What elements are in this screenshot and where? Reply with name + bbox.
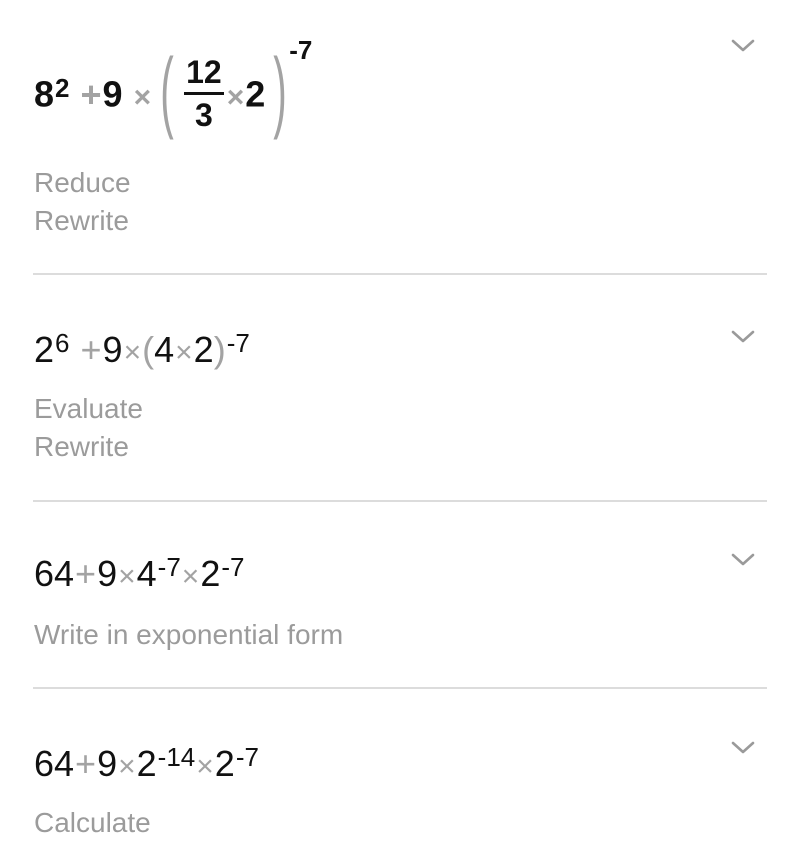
plus-operator: + [75, 743, 97, 784]
step-label: Write in exponential form [34, 619, 344, 650]
chevron-down-icon[interactable] [731, 553, 755, 567]
step-1-expression: 82 +9 ×(12 3 ×2)-7 [34, 37, 312, 142]
divider [33, 687, 767, 689]
base: 2 [214, 743, 235, 784]
exponent: -7 [157, 552, 181, 582]
numerator: 12 [186, 53, 222, 90]
step-2-labels: Evaluate Rewrite [34, 390, 143, 466]
base: 2 [200, 553, 221, 594]
step-1-labels: Reduce Rewrite [34, 164, 131, 240]
outer-exponent: -7 [289, 34, 313, 65]
chevron-down-icon[interactable] [731, 330, 755, 344]
exponent: -7 [235, 742, 259, 772]
exponent: 6 [55, 328, 70, 358]
base: 2 [136, 743, 157, 784]
step-4-expression: 64+9×2-14×2-7 [34, 743, 259, 784]
base: 8 [34, 73, 55, 115]
open-paren: ( [142, 329, 155, 370]
exponent: -7 [221, 552, 245, 582]
coefficient: 9 [102, 73, 123, 115]
term: 64 [34, 743, 75, 784]
outer-exponent: -7 [226, 328, 250, 358]
term: 64 [34, 553, 75, 594]
step-4-labels: Calculate [34, 804, 151, 842]
step-label: Evaluate [34, 393, 143, 424]
divider [33, 500, 767, 502]
close-paren: ) [273, 41, 288, 141]
times-operator: × [123, 336, 142, 369]
factor-a: 4 [154, 329, 175, 370]
coefficient: 9 [97, 743, 118, 784]
plus-operator: + [75, 553, 97, 594]
fraction: 12 3 [184, 54, 224, 133]
times-operator: × [226, 80, 245, 114]
base: 4 [136, 553, 157, 594]
times-operator: × [118, 560, 136, 593]
plus-operator: + [80, 329, 102, 370]
exponent: 2 [55, 72, 70, 103]
step-label: Rewrite [34, 431, 129, 462]
denominator: 3 [195, 96, 213, 133]
open-paren: ( [160, 41, 174, 141]
coefficient: 9 [102, 329, 123, 370]
step-label: Calculate [34, 807, 151, 838]
times-operator: × [175, 336, 193, 369]
step-3-labels: Write in exponential form [34, 616, 343, 654]
plus-operator: + [80, 73, 102, 115]
step-label: Rewrite [34, 205, 129, 236]
times-operator: × [133, 80, 152, 114]
step-3-expression: 64+9×4-7×2-7 [34, 553, 244, 594]
factor-b: 2 [193, 329, 214, 370]
fraction-bar [184, 91, 224, 95]
step-2-expression: 26 +9×(4×2)-7 [34, 329, 250, 370]
exponent: -14 [157, 742, 196, 772]
times-operator: × [181, 560, 200, 593]
times-operator: × [118, 750, 136, 783]
coefficient: 9 [97, 553, 118, 594]
factor: 2 [245, 73, 266, 115]
chevron-down-icon[interactable] [731, 741, 755, 755]
step-label: Reduce [34, 167, 131, 198]
chevron-down-icon[interactable] [731, 39, 755, 53]
base: 2 [34, 329, 55, 370]
close-paren: ) [213, 329, 226, 370]
divider [33, 273, 767, 275]
times-operator: × [196, 750, 214, 783]
